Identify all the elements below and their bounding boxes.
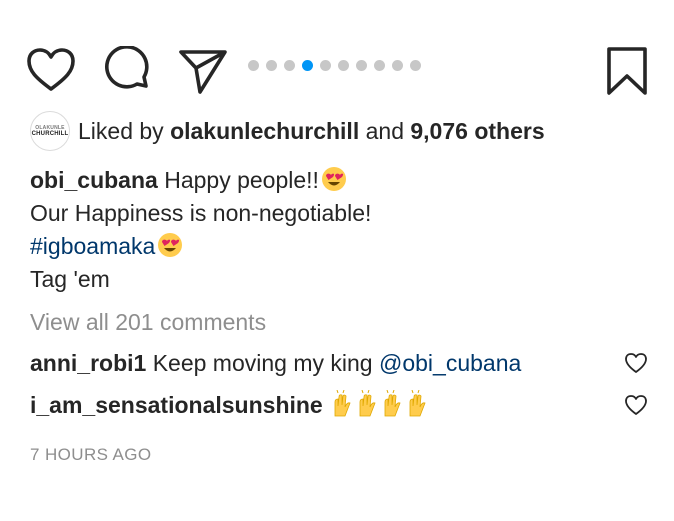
carousel-indicator <box>248 60 421 71</box>
carousel-dot <box>338 60 349 71</box>
comment-row: anni_robi1 Keep moving my king @obi_cuba… <box>30 346 648 380</box>
liked-by-label: Liked by <box>78 118 164 144</box>
comment-mention-link[interactable]: @obi_cubana <box>379 350 521 376</box>
comment-icon[interactable] <box>102 46 152 96</box>
carousel-dot <box>248 60 259 71</box>
liker-username[interactable]: olakunlechurchill <box>170 118 359 144</box>
heart-eyes-emoji-icon <box>321 167 346 191</box>
likes-text: Liked by olakunlechurchill and 9,076 oth… <box>78 113 545 149</box>
comment-username[interactable]: i_am_sensationalsunshine <box>30 392 323 418</box>
caption-line4: Tag 'em <box>30 266 110 292</box>
comment-row: i_am_sensationalsunshine <box>30 388 648 422</box>
comment-like-heart-icon[interactable] <box>624 352 648 374</box>
bookmark-icon[interactable] <box>606 46 648 96</box>
carousel-dot <box>284 60 295 71</box>
share-icon[interactable] <box>178 46 228 96</box>
caption: obi_cubana Happy people!! Our Happiness … <box>30 164 654 296</box>
avatar[interactable]: OLAKUNLE CHURCHILL <box>30 111 70 151</box>
carousel-dot <box>410 60 421 71</box>
comment-username[interactable]: anni_robi1 <box>30 350 146 376</box>
heart-icon[interactable] <box>26 46 76 96</box>
carousel-dot <box>356 60 367 71</box>
view-all-comments-link[interactable]: View all 201 comments <box>30 305 266 339</box>
action-bar <box>26 46 648 102</box>
hashtag-link[interactable]: #igboamaka <box>30 233 155 259</box>
comment-like-heart-icon[interactable] <box>624 394 648 416</box>
raised-hands-emoji-icon <box>333 389 433 427</box>
carousel-dot <box>266 60 277 71</box>
caption-line1: Happy people!! <box>164 167 319 193</box>
carousel-dot <box>392 60 403 71</box>
likes-conjunction: and <box>365 118 404 144</box>
heart-eyes-emoji-icon <box>158 233 183 257</box>
carousel-dot-active <box>302 60 313 71</box>
carousel-dot <box>374 60 385 71</box>
caption-username[interactable]: obi_cubana <box>30 167 158 193</box>
carousel-dot <box>320 60 331 71</box>
post-timestamp: 7 HOURS AGO <box>30 445 152 464</box>
avatar-text-bottom: CHURCHILL <box>31 131 69 137</box>
comment-text: Keep moving my king <box>152 350 373 376</box>
caption-line2: Our Happiness is non-negotiable! <box>30 200 372 226</box>
likes-row: OLAKUNLE CHURCHILL Liked by olakunlechur… <box>30 111 545 151</box>
others-count-link[interactable]: 9,076 others <box>410 118 544 144</box>
